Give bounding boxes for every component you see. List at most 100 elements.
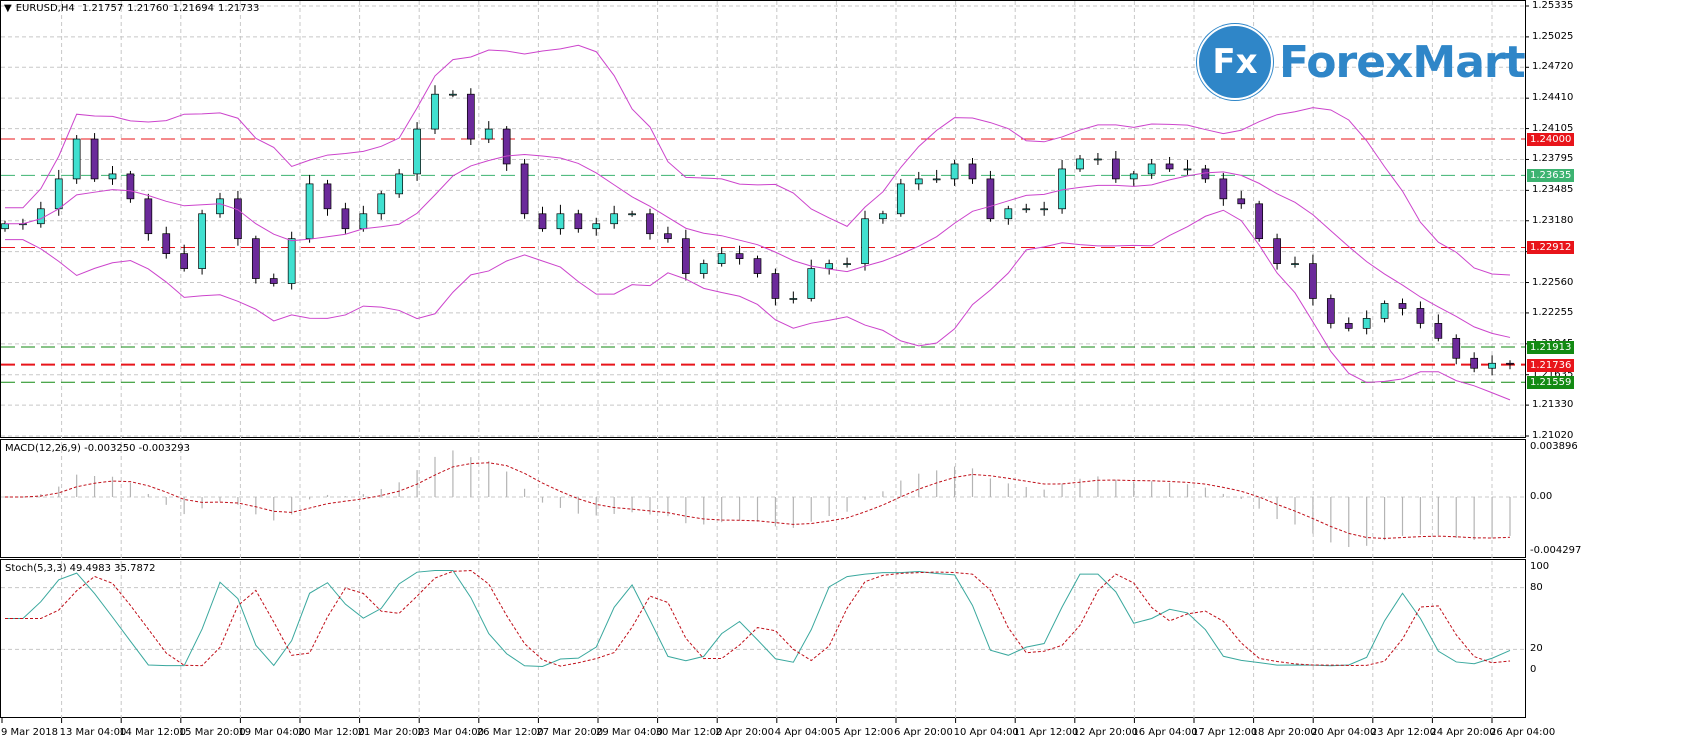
candle-bullish bbox=[287, 238, 296, 284]
stoch-label: Stoch(5,3,3) 49.4983 35.7872 bbox=[5, 563, 156, 574]
candle-bullish bbox=[879, 213, 887, 220]
candle-bearish bbox=[341, 208, 350, 230]
time-axis-label: 12 Apr 20:00 bbox=[1072, 727, 1138, 738]
price-axis-label: 1.24720 bbox=[1532, 61, 1574, 73]
candle-bearish bbox=[1219, 178, 1228, 200]
candle-bearish bbox=[251, 238, 260, 279]
time-axis-label: 13 Mar 04:00 bbox=[59, 727, 127, 738]
candle-bearish bbox=[753, 258, 762, 274]
candle-bullish bbox=[896, 183, 905, 215]
forexmart-logo: Fx ForexMart bbox=[1197, 24, 1526, 100]
price-axis-label: 1.21020 bbox=[1532, 430, 1574, 441]
candle-bullish bbox=[1291, 263, 1299, 265]
close-price: 1.21733 bbox=[217, 3, 260, 14]
candle-bearish bbox=[664, 233, 672, 240]
candle-bearish bbox=[968, 163, 977, 180]
candle-bearish bbox=[538, 213, 547, 230]
time-axis-label: 4 Apr 04:00 bbox=[774, 727, 834, 738]
time-axis-label: 24 Apr 20:00 bbox=[1430, 727, 1496, 738]
candle-bullish bbox=[377, 193, 386, 215]
collapse-triangle-icon[interactable]: ▼ bbox=[4, 3, 12, 14]
candle-bullish bbox=[1004, 208, 1013, 220]
price-axis-label: 1.25025 bbox=[1532, 30, 1574, 42]
time-axis-label: 2 Apr 20:00 bbox=[715, 727, 775, 738]
level-price-tag: 1.21736 bbox=[1527, 358, 1575, 372]
candle-bearish bbox=[1273, 238, 1281, 264]
logo-text: ForexMart bbox=[1279, 36, 1526, 88]
candle-bearish bbox=[502, 128, 511, 165]
candle-bearish bbox=[520, 163, 529, 215]
candle-bullish bbox=[861, 218, 869, 264]
open-price: 1.21757 bbox=[81, 3, 124, 14]
candle-bearish bbox=[162, 233, 171, 254]
candle-bullish bbox=[1040, 208, 1049, 211]
candle-bullish bbox=[413, 128, 421, 175]
price-axis-label: 1.24410 bbox=[1532, 92, 1574, 104]
low-price: 1.21694 bbox=[172, 3, 214, 14]
candle-bullish bbox=[1129, 173, 1138, 180]
candle-bearish bbox=[1344, 323, 1353, 329]
time-axis-label: 29 Mar 04:00 bbox=[596, 727, 663, 738]
price-axis-label: 1.23180 bbox=[1532, 214, 1574, 226]
candle-bearish bbox=[180, 253, 189, 269]
bollinger-middle-band bbox=[5, 153, 1511, 338]
candle-bullish bbox=[1076, 158, 1084, 170]
candle-bearish bbox=[1255, 203, 1264, 240]
stoch-axis-label: 0 bbox=[1530, 664, 1537, 675]
macd-label: MACD(12,26,9) -0.003250 -0.003293 bbox=[5, 443, 190, 454]
time-axis-label: 6 Apr 20:00 bbox=[894, 727, 953, 738]
time-axis-label: 15 Mar 20:00 bbox=[178, 727, 246, 738]
stoch-signal-line bbox=[5, 570, 1511, 667]
candle-bearish bbox=[1452, 337, 1461, 359]
candle-bearish bbox=[269, 278, 278, 284]
candle-bearish bbox=[986, 178, 995, 220]
candle-bearish bbox=[126, 173, 135, 200]
candle-bearish bbox=[574, 213, 583, 230]
candle-bearish bbox=[1506, 362, 1514, 365]
time-axis-label: 5 Apr 12:00 bbox=[834, 727, 894, 738]
candle-bullish bbox=[932, 178, 941, 181]
logo-mark-text: Fx bbox=[1212, 42, 1258, 82]
time-axis-label: 16 Apr 04:00 bbox=[1132, 727, 1198, 738]
level-price-tag: 1.21559 bbox=[1527, 376, 1575, 390]
candle-bullish bbox=[1380, 303, 1389, 319]
candle-bullish bbox=[628, 213, 636, 216]
candle-bullish bbox=[556, 213, 565, 230]
candle-bullish bbox=[950, 163, 959, 180]
level-price-tag: 1.24000 bbox=[1527, 133, 1575, 147]
time-axis-label: 30 Mar 12:00 bbox=[655, 727, 723, 738]
candle-bullish bbox=[36, 208, 45, 225]
candle-bearish bbox=[466, 93, 475, 140]
chart-canvas[interactable] bbox=[0, 0, 1683, 744]
time-axis-label: 23 Apr 12:00 bbox=[1370, 727, 1436, 738]
time-axis-label: 26 Mar 12:00 bbox=[476, 727, 544, 738]
time-axis-label: 23 Mar 04:00 bbox=[417, 727, 484, 738]
candle-bearish bbox=[735, 253, 744, 259]
candle-bearish bbox=[1309, 263, 1317, 299]
stoch-axis-label: 80 bbox=[1530, 581, 1543, 593]
time-axis-label: 26 Apr 04:00 bbox=[1490, 727, 1556, 738]
price-axis-label: 1.22255 bbox=[1532, 306, 1574, 318]
candle-bullish bbox=[72, 138, 81, 180]
candle-bearish bbox=[1398, 303, 1407, 309]
candle-bearish bbox=[1237, 198, 1246, 205]
time-axis-label: 11 Apr 12:00 bbox=[1013, 727, 1079, 738]
candle-bullish bbox=[1022, 208, 1031, 211]
candle-bullish bbox=[1, 223, 9, 230]
price-axis-label: 1.23795 bbox=[1532, 153, 1574, 165]
candle-bullish bbox=[1094, 158, 1102, 161]
candle-bearish bbox=[1326, 298, 1335, 324]
candle-bearish bbox=[323, 183, 332, 210]
candle-bullish bbox=[1147, 163, 1156, 175]
candle-bullish bbox=[305, 183, 314, 240]
stoch-axis-label: 20 bbox=[1530, 643, 1543, 655]
stoch-main-line bbox=[5, 570, 1511, 667]
candle-bullish bbox=[108, 173, 117, 180]
candle-bullish bbox=[1362, 318, 1371, 329]
candle-bullish bbox=[484, 128, 493, 140]
symbol-timeframe: EURUSD,H4 bbox=[15, 3, 75, 14]
level-price-tag: 1.22912 bbox=[1527, 241, 1575, 255]
time-axis-label: 20 Apr 04:00 bbox=[1311, 727, 1377, 738]
candle-bearish bbox=[1470, 357, 1479, 369]
candle-bullish bbox=[198, 213, 206, 269]
